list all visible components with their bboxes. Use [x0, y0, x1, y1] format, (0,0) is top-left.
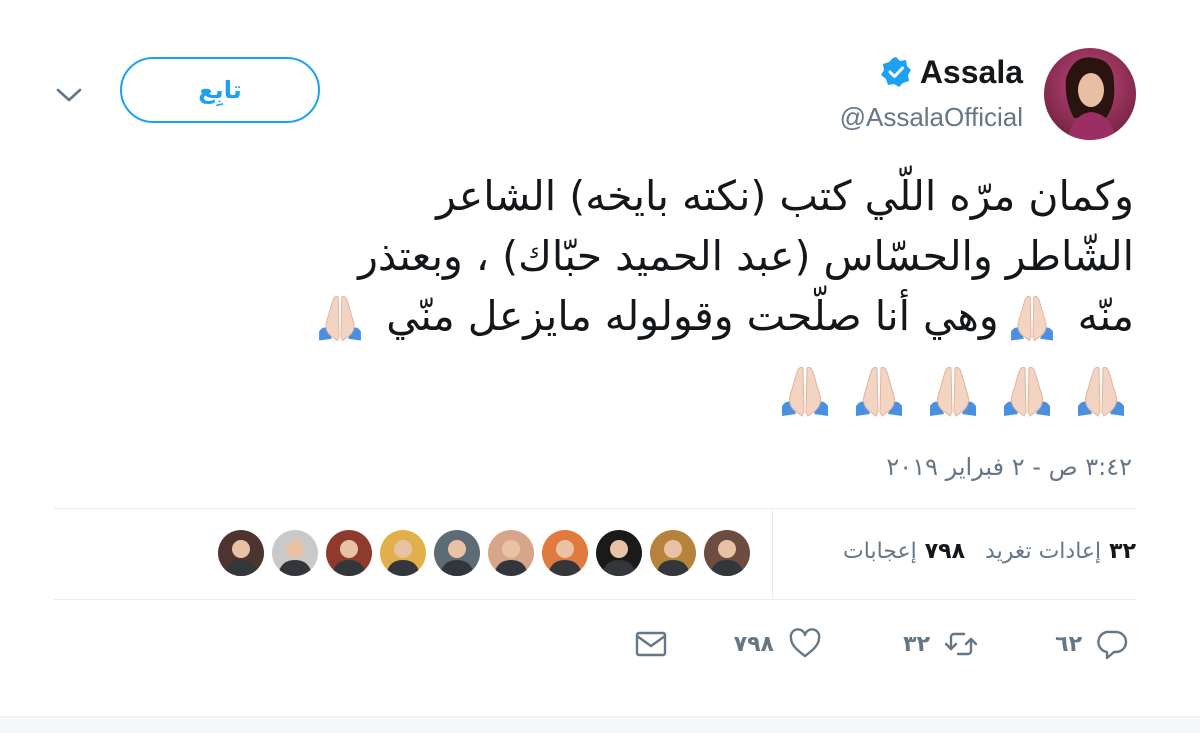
author-handle[interactable]: @AssalaOfficial [840, 100, 1023, 134]
envelope-icon [635, 631, 667, 657]
direct-message-button[interactable] [634, 622, 668, 666]
tweet-actions: ٦٢ ٣٢ ٧٩٨ [0, 622, 1200, 666]
retweets-count: ٣٢ [1109, 539, 1136, 564]
tweet-text-line-2: الشّاطر والحسّاس (عبد الحميد حبّاك) ، وب… [358, 232, 1134, 280]
tweet-stats: ٣٢ إعادات تغريد ٧٩٨ إعجابات [843, 534, 1136, 570]
folded-hands-emoji-icon [994, 356, 1060, 422]
divider [54, 508, 1136, 509]
liker-avatar[interactable] [542, 530, 588, 576]
tweet-card: Assala @AssalaOfficial تابِع وكمان مرّه … [0, 0, 1200, 716]
stats-divider [772, 510, 773, 598]
author-avatar[interactable] [1044, 48, 1136, 140]
retweet-button[interactable]: ٣٢ [903, 622, 978, 666]
liker-avatars [218, 530, 750, 576]
tweet-text-line-1: وكمان مرّه اللّي كتب (نكته بايخه) الشاعر [436, 172, 1134, 220]
liker-avatar[interactable] [434, 530, 480, 576]
follow-button[interactable]: تابِع [120, 57, 320, 123]
likes-stat[interactable]: ٧٩٨ إعجابات [843, 534, 965, 570]
folded-hands-emoji-icon [920, 356, 986, 422]
folded-hands-emoji-icon [999, 286, 1065, 346]
liker-avatar[interactable] [650, 530, 696, 576]
verified-badge-icon [880, 57, 911, 87]
tweet-text-line-3: منّه وهي أنا صلّحت وقولوله مايزعل منّي [76, 286, 1134, 346]
liker-avatar[interactable] [218, 530, 264, 576]
retweet-count: ٣٢ [903, 631, 930, 657]
tweet-text: وكمان مرّه اللّي كتب (نكته بايخه) الشاعر… [76, 166, 1134, 346]
likes-label: إعجابات [843, 539, 917, 564]
tweet-timestamp[interactable]: ٣:٤٢ ص - ٢ فبراير ٢٠١٩ [886, 450, 1132, 484]
emoji-row [772, 356, 1134, 422]
folded-hands-emoji-icon [307, 286, 373, 346]
author-display-name: Assala [919, 54, 1023, 90]
folded-hands-emoji-icon [772, 356, 838, 422]
chevron-down-icon[interactable] [54, 82, 84, 108]
timeline-footer [0, 716, 1200, 733]
heart-icon [789, 628, 821, 658]
liker-avatar[interactable] [488, 530, 534, 576]
liker-avatar[interactable] [272, 530, 318, 576]
liker-avatar[interactable] [704, 530, 750, 576]
tweet-text-segment-2: وهي أنا صلّحت وقولوله مايزعل منّي [373, 292, 999, 340]
reply-button[interactable]: ٦٢ [1055, 622, 1130, 666]
author-name-row[interactable]: Assala [880, 52, 1023, 92]
reply-count: ٦٢ [1055, 631, 1082, 657]
like-button[interactable]: ٧٩٨ [734, 622, 822, 666]
liker-avatar[interactable] [326, 530, 372, 576]
liker-avatar[interactable] [380, 530, 426, 576]
retweets-stat[interactable]: ٣٢ إعادات تغريد [985, 534, 1136, 570]
folded-hands-emoji-icon [1068, 356, 1134, 422]
like-count: ٧٩٨ [733, 631, 774, 657]
likes-count: ٧٩٨ [924, 539, 966, 564]
retweet-icon [944, 632, 978, 656]
tweet-text-segment-1: منّه [1064, 292, 1134, 340]
liker-avatar[interactable] [596, 530, 642, 576]
folded-hands-emoji-icon [846, 356, 912, 422]
divider [54, 599, 1136, 600]
reply-icon [1097, 630, 1128, 660]
retweets-label: إعادات تغريد [985, 539, 1102, 564]
